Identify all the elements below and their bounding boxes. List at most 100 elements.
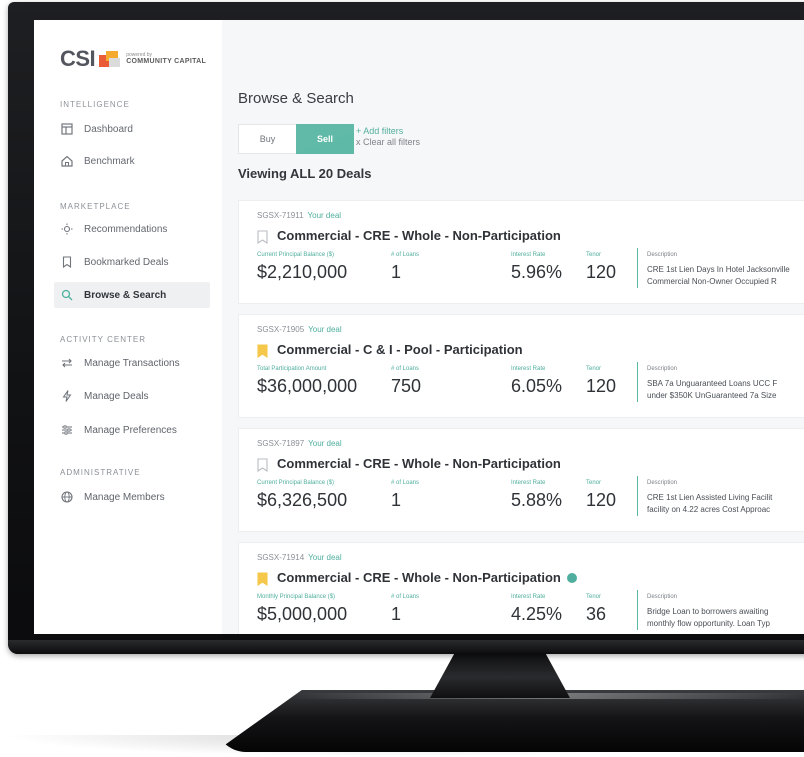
tv-bottom-edge xyxy=(8,640,804,654)
sidebar-item-label: Bookmarked Deals xyxy=(84,256,169,268)
sidebar-item-browse-search[interactable]: Browse & Search xyxy=(54,282,210,308)
deal-card[interactable]: SGSX-71905 Your deal Commercial - C & I -… xyxy=(238,314,804,418)
sidebar-item-label: Recommendations xyxy=(84,223,168,235)
loans-label: # of Loans xyxy=(391,480,420,486)
sidebar-item-label: Dashboard xyxy=(84,123,133,135)
amount-label: Monthly Principal Balance ($) xyxy=(257,594,336,600)
amount-value: $36,000,000 xyxy=(257,376,358,396)
tv-screen: CSI powered by COMMUNITY CAPITAL INTELLI… xyxy=(34,20,804,634)
filters: + Add filters x Clear all filters xyxy=(356,126,420,148)
rate-label: Interest Rate xyxy=(511,480,546,486)
sell-button[interactable]: Sell xyxy=(296,124,354,154)
description-label: Description xyxy=(647,252,678,258)
bookmark-filled-icon[interactable] xyxy=(257,344,268,358)
deal-id: SGSX-71911 xyxy=(257,211,304,220)
deal-card[interactable]: SGSX-71914 Your deal Commercial - CRE - W… xyxy=(238,542,804,634)
deal-card[interactable]: SGSX-71897 Your deal Commercial - CRE - W… xyxy=(238,428,804,532)
sidebar-item-dashboard[interactable]: Dashboard xyxy=(54,116,210,142)
tenor-label: Tenor xyxy=(586,480,602,486)
deal-id: SGSX-71905 xyxy=(257,325,305,334)
bookmark-filled-icon[interactable] xyxy=(257,572,268,586)
description-divider xyxy=(637,476,638,516)
description-line: Commercial Non-Owner Occupied R xyxy=(647,277,777,286)
loans-label: # of Loans xyxy=(391,252,420,258)
sidebar-item-benchmark[interactable]: Benchmark xyxy=(54,148,210,174)
amount-label: Current Principal Balance ($) xyxy=(257,480,335,486)
sidebar-item-manage-preferences[interactable]: Manage Preferences xyxy=(54,417,210,443)
section-administrative: ADMINISTRATIVE xyxy=(60,468,141,477)
deal-title-text: Commercial - CRE - Whole - Non-Participa… xyxy=(277,456,561,471)
description-text: SBA 7a Unguaranteed Loans UCC F under $35… xyxy=(647,378,804,402)
bookmark-icon[interactable] xyxy=(257,230,268,244)
logo[interactable]: CSI powered by COMMUNITY CAPITAL xyxy=(60,44,220,74)
deal-ref: SGSX-71897 Your deal xyxy=(257,439,342,448)
sidebar-item-bookmarked-deals[interactable]: Bookmarked Deals xyxy=(54,249,210,275)
amount-value: $5,000,000 xyxy=(257,604,348,624)
amount-value: $6,326,500 xyxy=(257,490,348,510)
bookmark-icon[interactable] xyxy=(257,458,268,472)
deal-title: Commercial - C & I - Pool - Participatio… xyxy=(277,342,523,357)
description-divider xyxy=(637,590,638,630)
main-content: Browse & Search Buy Sell + Add filters x… xyxy=(222,20,804,634)
sidebar-item-label: Manage Transactions xyxy=(84,357,180,369)
sidebar-item-label: Manage Members xyxy=(84,491,165,503)
bookmark-icon xyxy=(60,255,74,269)
deal-title: Commercial - CRE - Whole - Non-Participa… xyxy=(277,228,561,243)
sidebar-item-manage-members[interactable]: Manage Members xyxy=(54,484,210,510)
tenor-label: Tenor xyxy=(586,594,602,600)
amount-label: Total Participation Amount xyxy=(257,366,327,372)
transfer-icon xyxy=(60,356,74,370)
logo-tagline: powered by COMMUNITY CAPITAL xyxy=(126,53,207,66)
sidebar-item-manage-deals[interactable]: Manage Deals xyxy=(54,383,210,409)
buy-button[interactable]: Buy xyxy=(238,124,296,154)
rate-label: Interest Rate xyxy=(511,594,546,600)
logo-company: COMMUNITY CAPITAL xyxy=(126,58,207,65)
amount-label: Current Principal Balance ($) xyxy=(257,252,335,258)
loans-value: 1 xyxy=(391,604,402,624)
loans-label: # of Loans xyxy=(391,366,420,372)
description-line: SBA 7a Unguaranteed Loans UCC F xyxy=(647,379,778,388)
dashboard-icon xyxy=(60,122,74,136)
rate-label: Interest Rate xyxy=(511,252,546,258)
rate-value: 4.25% xyxy=(511,604,563,624)
description-text: CRE 1st Lien Assisted Living Facilit faci… xyxy=(647,492,804,516)
description-text: Bridge Loan to borrowers awaiting monthly… xyxy=(647,606,804,630)
deal-title-text: Commercial - C & I - Pool - Participatio… xyxy=(277,342,523,357)
search-icon xyxy=(60,288,74,302)
deal-title-text: Commercial - CRE - Whole - Non-Participa… xyxy=(277,570,561,585)
description-line: facility on 4.22 acres Cost Approac xyxy=(647,505,771,514)
tenor-value: 36 xyxy=(586,604,607,624)
sidebar-item-recommendations[interactable]: Recommendations xyxy=(54,216,210,242)
tenor-value: 120 xyxy=(586,376,617,396)
add-filters-link[interactable]: + Add filters xyxy=(356,126,420,137)
amount-value: $2,210,000 xyxy=(257,262,348,282)
logo-brand: CSI xyxy=(60,46,96,71)
loans-value: 1 xyxy=(391,490,402,510)
deal-tag: Your deal xyxy=(308,325,342,334)
logo-mark-icon xyxy=(99,51,121,67)
loans-value: 1 xyxy=(391,262,402,282)
deal-ref: SGSX-71914 Your deal xyxy=(257,553,342,562)
sidebar-item-manage-transactions[interactable]: Manage Transactions xyxy=(54,350,210,376)
deal-id: SGSX-71914 xyxy=(257,553,305,562)
deal-ref: SGSX-71911 Your deal xyxy=(257,211,341,220)
sliders-icon xyxy=(60,423,74,437)
description-divider xyxy=(637,362,638,402)
description-label: Description xyxy=(647,594,678,600)
deal-tag: Your deal xyxy=(308,439,342,448)
deal-card[interactable]: SGSX-71911 Your deal Commercial - CRE - W… xyxy=(238,200,804,304)
tenor-value: 120 xyxy=(586,262,617,282)
description-label: Description xyxy=(647,480,678,486)
description-line: CRE 1st Lien Days In Hotel Jacksonville xyxy=(647,265,790,274)
tv-stand-base xyxy=(215,690,804,752)
deal-id: SGSX-71897 xyxy=(257,439,305,448)
verified-badge-icon xyxy=(566,572,577,583)
lightbulb-icon xyxy=(60,222,74,236)
clear-filters-link[interactable]: x Clear all filters xyxy=(356,137,420,148)
tenor-value: 120 xyxy=(586,490,617,510)
description-label: Description xyxy=(647,366,678,372)
results-count: Viewing ALL 20 Deals xyxy=(238,166,372,181)
description-line: monthly flow opportunity. Loan Typ xyxy=(647,619,770,628)
rate-value: 5.88% xyxy=(511,490,563,510)
description-line: CRE 1st Lien Assisted Living Facilit xyxy=(647,493,773,502)
